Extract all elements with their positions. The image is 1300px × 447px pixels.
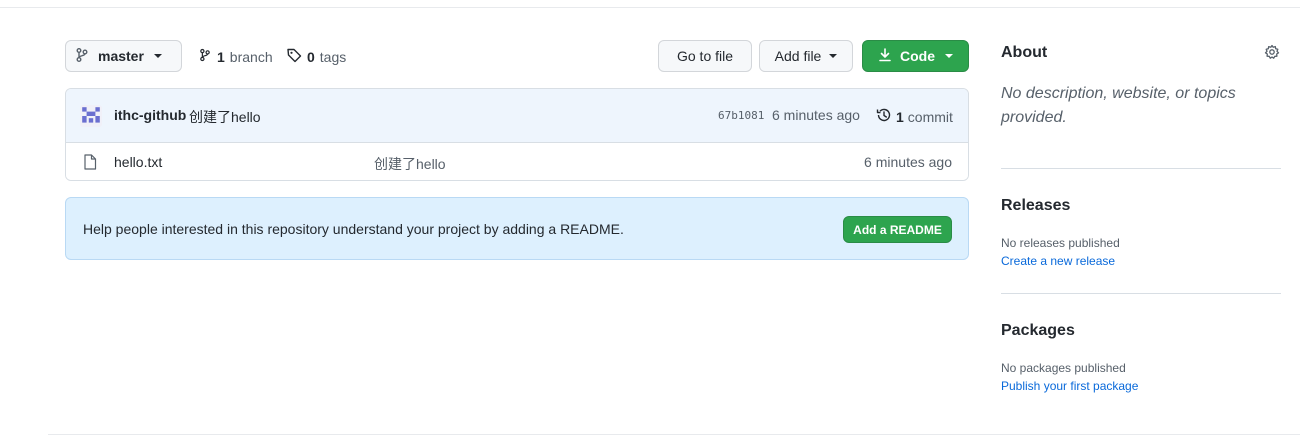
commit-count: 1: [896, 108, 904, 125]
branch-label: branch: [229, 48, 273, 65]
commit-sha-link[interactable]: 67b1081: [718, 109, 764, 122]
add-file-label: Add file: [774, 48, 822, 64]
add-file-button[interactable]: Add file: [759, 40, 853, 72]
tags-link[interactable]: 0 tags: [286, 47, 346, 66]
history-icon: [876, 107, 892, 126]
file-name-link[interactable]: hello.txt: [114, 154, 162, 170]
about-heading: About: [1001, 44, 1048, 61]
code-button[interactable]: Code: [862, 40, 969, 72]
gear-icon[interactable]: [1264, 44, 1280, 63]
readme-banner-text: Help people interested in this repositor…: [83, 221, 624, 237]
releases-status: No releases published: [1001, 236, 1120, 250]
publish-package-link[interactable]: Publish your first package: [1001, 379, 1138, 393]
create-release-link[interactable]: Create a new release: [1001, 254, 1115, 268]
commit-message-link[interactable]: 创建了hello: [189, 107, 261, 127]
download-icon: [878, 47, 892, 66]
branch-selector-button[interactable]: master: [65, 40, 182, 72]
code-label: Code: [900, 48, 935, 64]
file-commit-time: 6 minutes ago: [864, 154, 952, 170]
branch-name: master: [98, 48, 144, 64]
tag-count: 0: [307, 48, 315, 65]
about-description: No description, website, or topics provi…: [1001, 85, 1236, 126]
sidebar-divider: [1001, 168, 1281, 169]
readme-banner: Help people interested in this repositor…: [65, 197, 969, 260]
releases-heading[interactable]: Releases: [1001, 197, 1070, 215]
repo-toolbar: master 1 branch 0 tags Go to file Add fi…: [65, 40, 969, 72]
commit-history-link[interactable]: 1 commit: [876, 107, 953, 126]
branch-icon: [198, 47, 212, 66]
add-readme-button[interactable]: Add a README: [843, 216, 952, 243]
go-to-file-button[interactable]: Go to file: [658, 40, 752, 72]
tag-icon: [286, 47, 302, 66]
latest-commit-bar: ithc-github 创建了hello 67b1081 6 minutes a…: [66, 89, 968, 143]
chevron-down-icon: [829, 54, 838, 58]
avatar[interactable]: [80, 105, 102, 127]
branch-count: 1: [217, 48, 225, 65]
chevron-down-icon: [153, 54, 162, 58]
file-icon: [83, 154, 97, 173]
sidebar-divider: [1001, 293, 1281, 294]
file-list: ithc-github 创建了hello 67b1081 6 minutes a…: [65, 88, 969, 181]
file-commit-message-link[interactable]: 创建了hello: [374, 154, 446, 174]
tag-label: tags: [319, 48, 347, 65]
header-divider: [0, 7, 1300, 8]
commit-author-link[interactable]: ithc-github: [114, 107, 186, 123]
commit-time: 6 minutes ago: [772, 107, 860, 123]
packages-status: No packages published: [1001, 361, 1126, 375]
branch-icon: [74, 47, 90, 66]
packages-heading[interactable]: Packages: [1001, 322, 1075, 340]
branches-link[interactable]: 1 branch: [198, 47, 273, 66]
list-item: hello.txt 创建了hello 6 minutes ago: [66, 143, 968, 180]
chevron-down-icon: [945, 54, 953, 58]
footer-divider: [48, 434, 1300, 435]
commit-label: commit: [907, 108, 953, 125]
